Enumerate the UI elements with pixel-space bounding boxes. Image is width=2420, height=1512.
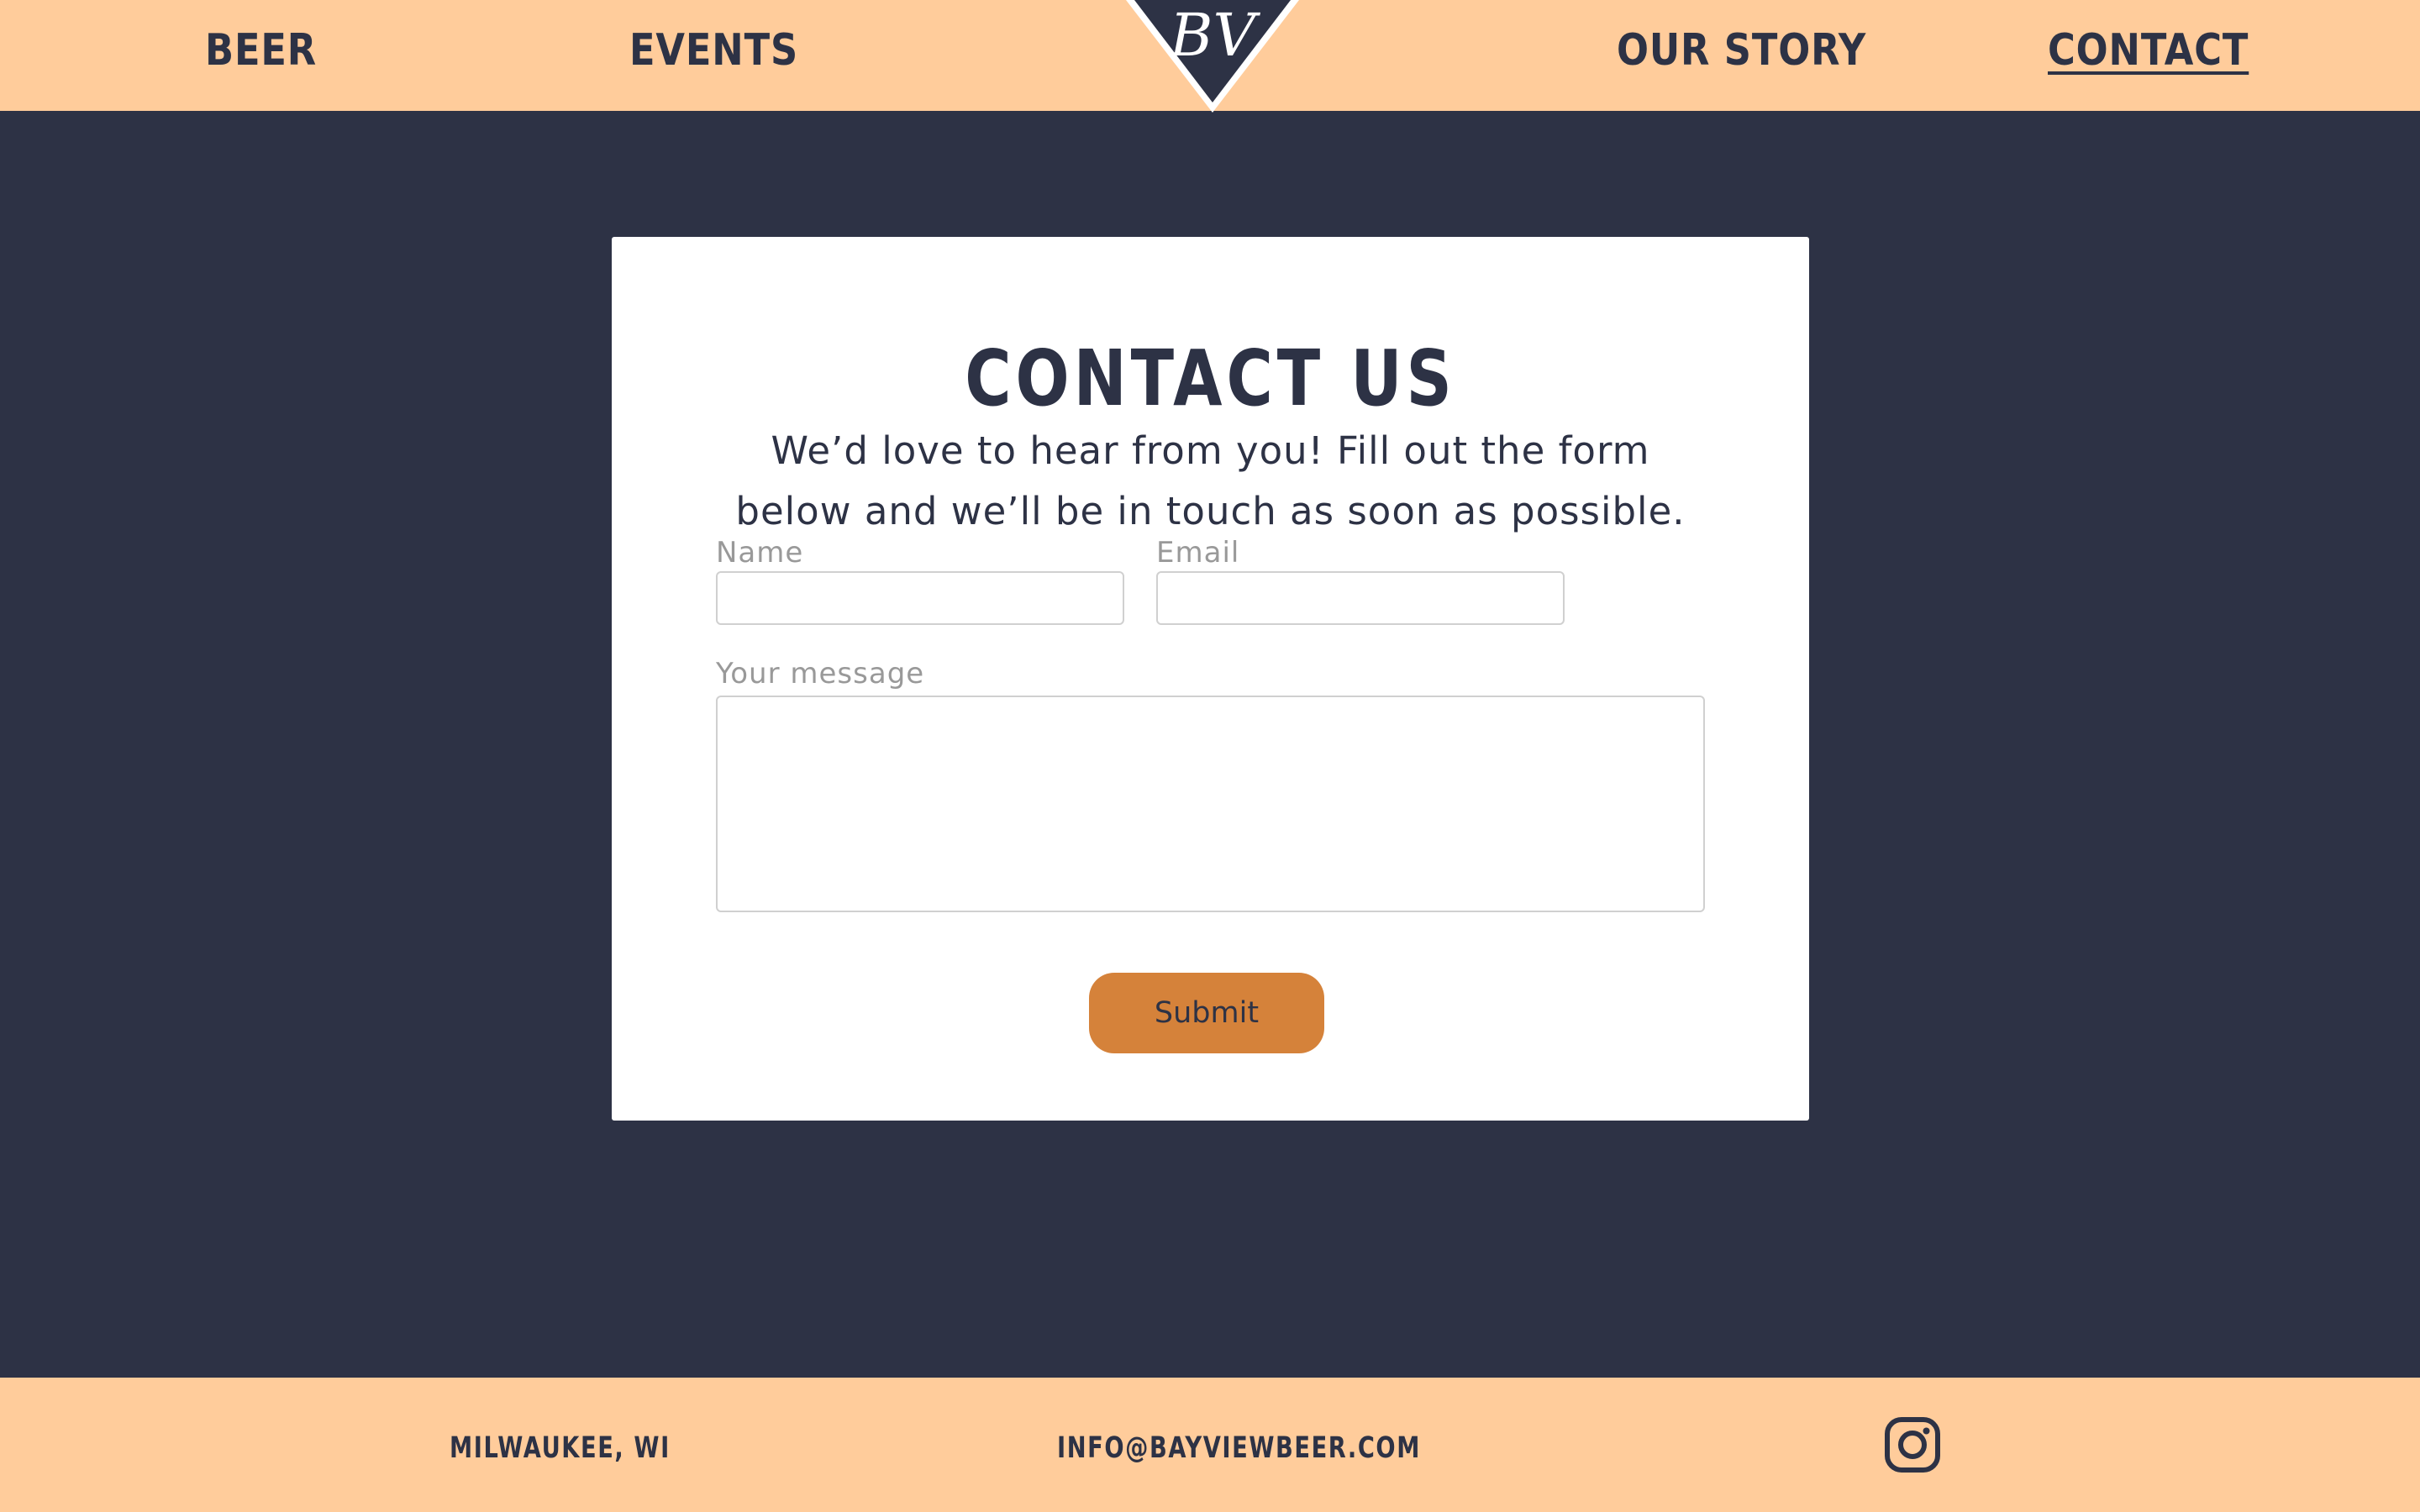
message-field[interactable] — [716, 696, 1705, 912]
contact-intro-line-2: below and we’ll be in touch as soon as p… — [735, 489, 1686, 533]
contact-card: CONTACT US We’d love to hear from you! F… — [612, 237, 1809, 1121]
brand-logo[interactable]: BV — [1126, 0, 1299, 113]
contact-intro: We’d love to hear from you! Fill out the… — [696, 421, 1725, 542]
email-field[interactable] — [1156, 571, 1565, 625]
footer: MILWAUKEE, WI INFO@BAYVIEWBEER.COM — [0, 1378, 2420, 1512]
name-field[interactable] — [716, 571, 1124, 625]
footer-location: MILWAUKEE, WI — [450, 1431, 671, 1465]
email-label: Email — [1156, 536, 1240, 570]
page-title: CONTACT US — [965, 333, 1456, 423]
nav-link-events[interactable]: EVENTS — [629, 24, 798, 77]
nav-link-our-story[interactable]: OUR STORY — [1617, 24, 1866, 77]
nav-link-contact[interactable]: CONTACT — [2048, 24, 2249, 77]
message-label: Your message — [716, 657, 925, 690]
bv-logo-icon: BV — [1126, 0, 1299, 113]
footer-email-link[interactable]: INFO@BAYVIEWBEER.COM — [1057, 1430, 1421, 1467]
top-navigation: BEER EVENTS BV OUR STORY CONTACT — [0, 0, 2420, 113]
contact-intro-line-1: We’d love to hear from you! Fill out the… — [771, 428, 1650, 473]
name-label: Name — [716, 536, 804, 570]
instagram-icon[interactable] — [1884, 1416, 1941, 1473]
submit-button[interactable]: Submit — [1089, 973, 1324, 1053]
nav-link-beer[interactable]: BEER — [205, 24, 317, 77]
logo-text: BV — [1168, 1, 1260, 70]
